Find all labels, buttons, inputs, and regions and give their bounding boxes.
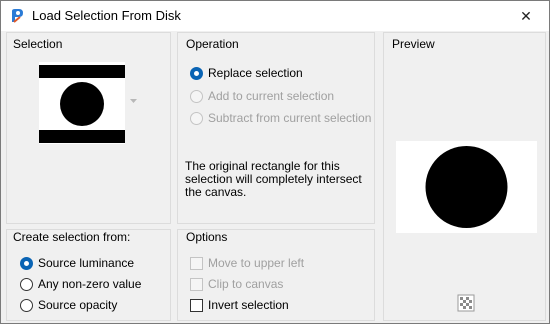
subtract-from-selection-radio[interactable]: Subtract from current selection [190,110,371,126]
selection-panel-title: Selection [13,37,63,51]
source-opacity-label: Source opacity [38,298,118,312]
checkbox-icon [190,298,203,312]
radio-icon [20,277,33,291]
chevron-down-icon[interactable] [130,99,137,103]
replace-selection-radio[interactable]: Replace selection [190,65,303,81]
clip-to-canvas-label: Clip to canvas [208,277,284,291]
radio-icon [190,111,203,125]
operation-description: The original rectangle for this selectio… [185,159,362,199]
app-icon [12,9,23,23]
invert-selection-label: Invert selection [208,298,289,312]
any-non-zero-label: Any non-zero value [38,277,142,291]
any-non-zero-radio[interactable]: Any non-zero value [20,276,141,292]
clip-to-canvas-checkbox[interactable]: Clip to canvas [190,276,283,292]
title-bar: Load Selection From Disk ✕ [1,1,549,31]
replace-selection-label: Replace selection [208,66,303,80]
close-button[interactable]: ✕ [503,1,549,31]
checkbox-icon [190,256,203,270]
selection-thumbnail[interactable] [39,62,125,144]
add-to-selection-radio[interactable]: Add to current selection [190,88,334,104]
checkbox-icon [190,277,203,291]
radio-checked-icon [20,256,33,270]
preview-canvas [396,141,537,233]
preview-panel-title: Preview [392,37,435,51]
window-title: Load Selection From Disk [32,8,181,23]
close-icon: ✕ [520,7,532,24]
add-to-selection-label: Add to current selection [208,89,335,103]
dialog-window: Load Selection From Disk ✕ Selection Ope… [0,0,550,324]
radio-checked-icon [190,66,203,80]
radio-icon [20,298,33,312]
create-from-panel-title: Create selection from: [13,230,131,244]
invert-selection-checkbox[interactable]: Invert selection [190,297,289,313]
source-luminance-radio[interactable]: Source luminance [20,255,134,271]
transparency-toggle-icon[interactable] [457,294,475,312]
selection-thumbnail-image [39,62,125,144]
operation-panel-title: Operation [186,37,239,51]
radio-icon [190,89,203,103]
subtract-from-selection-label: Subtract from current selection [208,111,372,125]
options-panel-title: Options [186,230,228,244]
move-to-upper-left-checkbox[interactable]: Move to upper left [190,255,304,271]
move-to-upper-left-label: Move to upper left [208,256,305,270]
source-opacity-radio[interactable]: Source opacity [20,297,117,313]
preview-image [396,141,537,233]
source-luminance-label: Source luminance [38,256,135,270]
